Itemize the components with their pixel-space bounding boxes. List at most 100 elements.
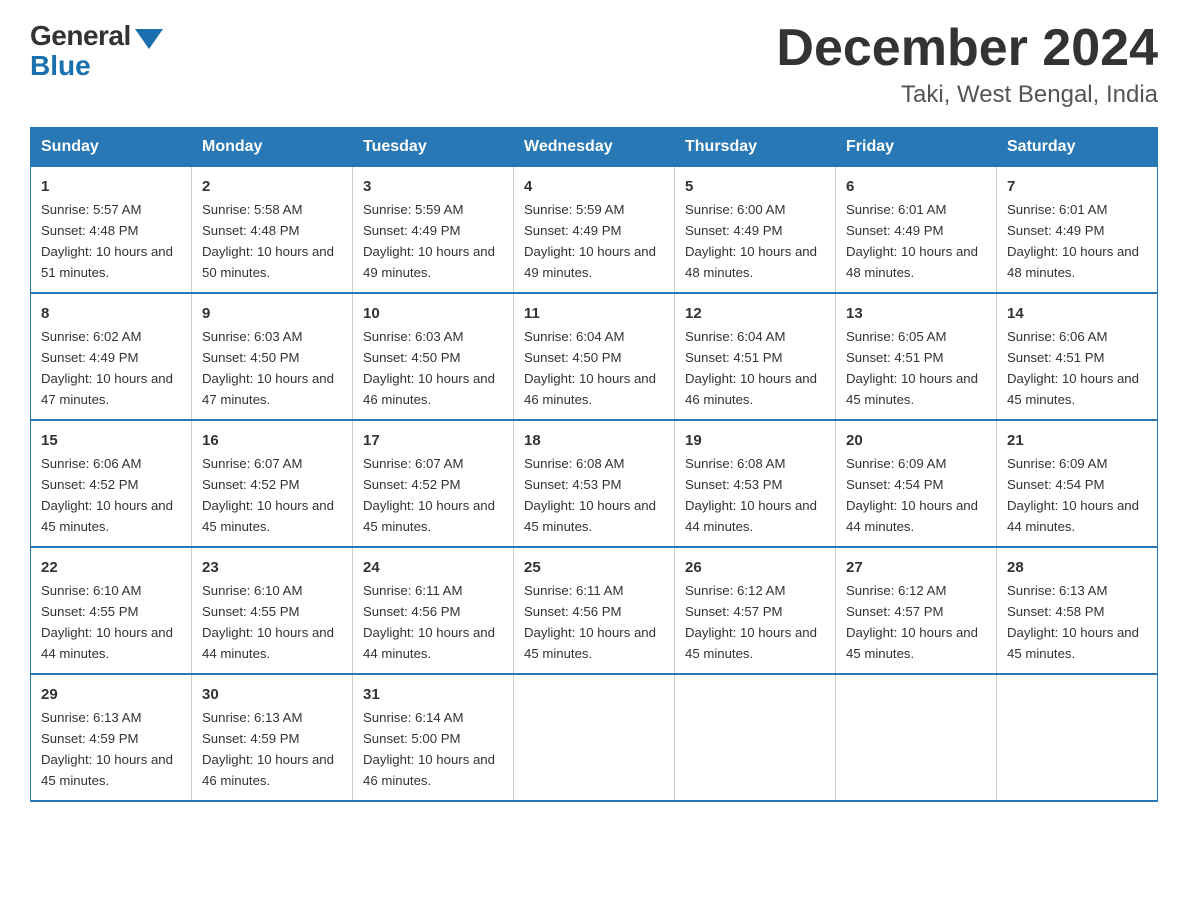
day-number: 24 (363, 556, 503, 579)
day-cell: 7Sunrise: 6:01 AMSunset: 4:49 PMDaylight… (997, 167, 1158, 293)
week-row-2: 8Sunrise: 6:02 AMSunset: 4:49 PMDaylight… (31, 293, 1158, 420)
header-wednesday: Wednesday (514, 128, 675, 167)
day-cell (675, 674, 836, 801)
day-number: 16 (202, 429, 342, 452)
calendar-header: SundayMondayTuesdayWednesdayThursdayFrid… (31, 128, 1158, 167)
month-title: December 2024 (776, 20, 1158, 77)
logo-general-text: General (30, 20, 131, 52)
header-tuesday: Tuesday (353, 128, 514, 167)
day-info: Sunrise: 6:09 AMSunset: 4:54 PMDaylight:… (846, 456, 978, 534)
day-cell (514, 674, 675, 801)
logo-blue-text: Blue (30, 50, 91, 82)
day-number: 31 (363, 683, 503, 706)
day-cell: 4Sunrise: 5:59 AMSunset: 4:49 PMDaylight… (514, 167, 675, 293)
day-number: 29 (41, 683, 181, 706)
day-info: Sunrise: 6:06 AMSunset: 4:52 PMDaylight:… (41, 456, 173, 534)
day-info: Sunrise: 6:01 AMSunset: 4:49 PMDaylight:… (846, 202, 978, 280)
calendar-table: SundayMondayTuesdayWednesdayThursdayFrid… (30, 127, 1158, 802)
day-info: Sunrise: 6:07 AMSunset: 4:52 PMDaylight:… (202, 456, 334, 534)
day-info: Sunrise: 6:07 AMSunset: 4:52 PMDaylight:… (363, 456, 495, 534)
day-number: 18 (524, 429, 664, 452)
day-cell: 17Sunrise: 6:07 AMSunset: 4:52 PMDayligh… (353, 420, 514, 547)
day-number: 15 (41, 429, 181, 452)
day-number: 25 (524, 556, 664, 579)
day-number: 3 (363, 175, 503, 198)
day-cell: 25Sunrise: 6:11 AMSunset: 4:56 PMDayligh… (514, 547, 675, 674)
day-info: Sunrise: 6:00 AMSunset: 4:49 PMDaylight:… (685, 202, 817, 280)
day-cell: 22 Sunrise: 6:10 AMSunset: 4:55 PMDayligh… (31, 547, 192, 674)
day-number: 8 (41, 302, 181, 325)
day-info: Sunrise: 6:06 AMSunset: 4:51 PMDaylight:… (1007, 329, 1139, 407)
day-info: Sunrise: 6:13 AMSunset: 4:59 PMDaylight:… (41, 710, 173, 788)
day-number: 27 (846, 556, 986, 579)
day-number: 6 (846, 175, 986, 198)
day-info: Sunrise: 5:58 AMSunset: 4:48 PMDaylight:… (202, 202, 334, 280)
location-title: Taki, West Bengal, India (776, 81, 1158, 109)
day-number: 28 (1007, 556, 1147, 579)
day-info: Sunrise: 5:59 AMSunset: 4:49 PMDaylight:… (524, 202, 656, 280)
day-cell: 11 Sunrise: 6:04 AMSunset: 4:50 PMDayligh… (514, 293, 675, 420)
day-cell: 16 Sunrise: 6:07 AMSunset: 4:52 PMDayligh… (192, 420, 353, 547)
day-info: Sunrise: 6:03 AMSunset: 4:50 PMDaylight:… (202, 329, 334, 407)
header-monday: Monday (192, 128, 353, 167)
day-number: 9 (202, 302, 342, 325)
day-info: Sunrise: 6:13 AMSunset: 4:58 PMDaylight:… (1007, 583, 1139, 661)
day-cell: 9 Sunrise: 6:03 AMSunset: 4:50 PMDaylight… (192, 293, 353, 420)
day-number: 2 (202, 175, 342, 198)
day-info: Sunrise: 6:05 AMSunset: 4:51 PMDaylight:… (846, 329, 978, 407)
day-cell: 24 Sunrise: 6:11 AMSunset: 4:56 PMDayligh… (353, 547, 514, 674)
day-cell (836, 674, 997, 801)
day-cell: 21Sunrise: 6:09 AMSunset: 4:54 PMDayligh… (997, 420, 1158, 547)
day-cell: 19Sunrise: 6:08 AMSunset: 4:53 PMDayligh… (675, 420, 836, 547)
day-cell: 31 Sunrise: 6:14 AMSunset: 5:00 PMDayligh… (353, 674, 514, 801)
calendar-body: 1 Sunrise: 5:57 AMSunset: 4:48 PMDaylight… (31, 167, 1158, 801)
day-info: Sunrise: 5:59 AMSunset: 4:49 PMDaylight:… (363, 202, 495, 280)
day-number: 11 (524, 302, 664, 325)
day-number: 10 (363, 302, 503, 325)
day-cell (997, 674, 1158, 801)
day-cell: 29 Sunrise: 6:13 AMSunset: 4:59 PMDayligh… (31, 674, 192, 801)
logo: General Blue (30, 20, 163, 82)
day-cell: 26Sunrise: 6:12 AMSunset: 4:57 PMDayligh… (675, 547, 836, 674)
day-info: Sunrise: 6:08 AMSunset: 4:53 PMDaylight:… (524, 456, 656, 534)
day-cell: 28 Sunrise: 6:13 AMSunset: 4:58 PMDayligh… (997, 547, 1158, 674)
day-cell: 12Sunrise: 6:04 AMSunset: 4:51 PMDayligh… (675, 293, 836, 420)
week-row-3: 15 Sunrise: 6:06 AMSunset: 4:52 PMDayligh… (31, 420, 1158, 547)
day-cell: 27 Sunrise: 6:12 AMSunset: 4:57 PMDayligh… (836, 547, 997, 674)
day-number: 7 (1007, 175, 1147, 198)
day-info: Sunrise: 6:12 AMSunset: 4:57 PMDaylight:… (846, 583, 978, 661)
day-info: Sunrise: 6:03 AMSunset: 4:50 PMDaylight:… (363, 329, 495, 407)
day-cell: 8Sunrise: 6:02 AMSunset: 4:49 PMDaylight… (31, 293, 192, 420)
day-number: 13 (846, 302, 986, 325)
day-info: Sunrise: 6:10 AMSunset: 4:55 PMDaylight:… (202, 583, 334, 661)
day-cell: 14 Sunrise: 6:06 AMSunset: 4:51 PMDayligh… (997, 293, 1158, 420)
day-number: 19 (685, 429, 825, 452)
day-cell: 3 Sunrise: 5:59 AMSunset: 4:49 PMDaylight… (353, 167, 514, 293)
title-section: December 2024 Taki, West Bengal, India (776, 20, 1158, 109)
day-info: Sunrise: 6:14 AMSunset: 5:00 PMDaylight:… (363, 710, 495, 788)
header-saturday: Saturday (997, 128, 1158, 167)
day-info: Sunrise: 6:09 AMSunset: 4:54 PMDaylight:… (1007, 456, 1139, 534)
day-info: Sunrise: 5:57 AMSunset: 4:48 PMDaylight:… (41, 202, 173, 280)
header-thursday: Thursday (675, 128, 836, 167)
day-info: Sunrise: 6:04 AMSunset: 4:51 PMDaylight:… (685, 329, 817, 407)
day-cell: 20Sunrise: 6:09 AMSunset: 4:54 PMDayligh… (836, 420, 997, 547)
day-cell: 5Sunrise: 6:00 AMSunset: 4:49 PMDaylight… (675, 167, 836, 293)
page-header: General Blue December 2024 Taki, West Be… (30, 20, 1158, 109)
header-friday: Friday (836, 128, 997, 167)
day-cell: 23Sunrise: 6:10 AMSunset: 4:55 PMDayligh… (192, 547, 353, 674)
day-cell: 10 Sunrise: 6:03 AMSunset: 4:50 PMDayligh… (353, 293, 514, 420)
day-cell: 13 Sunrise: 6:05 AMSunset: 4:51 PMDayligh… (836, 293, 997, 420)
day-number: 22 (41, 556, 181, 579)
logo-arrow-icon (135, 29, 163, 49)
day-info: Sunrise: 6:11 AMSunset: 4:56 PMDaylight:… (363, 583, 495, 661)
week-row-5: 29 Sunrise: 6:13 AMSunset: 4:59 PMDayligh… (31, 674, 1158, 801)
day-number: 14 (1007, 302, 1147, 325)
day-number: 1 (41, 175, 181, 198)
day-cell: 18 Sunrise: 6:08 AMSunset: 4:53 PMDayligh… (514, 420, 675, 547)
day-info: Sunrise: 6:10 AMSunset: 4:55 PMDaylight:… (41, 583, 173, 661)
week-row-4: 22 Sunrise: 6:10 AMSunset: 4:55 PMDayligh… (31, 547, 1158, 674)
day-cell: 2 Sunrise: 5:58 AMSunset: 4:48 PMDaylight… (192, 167, 353, 293)
week-row-1: 1 Sunrise: 5:57 AMSunset: 4:48 PMDaylight… (31, 167, 1158, 293)
day-info: Sunrise: 6:04 AMSunset: 4:50 PMDaylight:… (524, 329, 656, 407)
